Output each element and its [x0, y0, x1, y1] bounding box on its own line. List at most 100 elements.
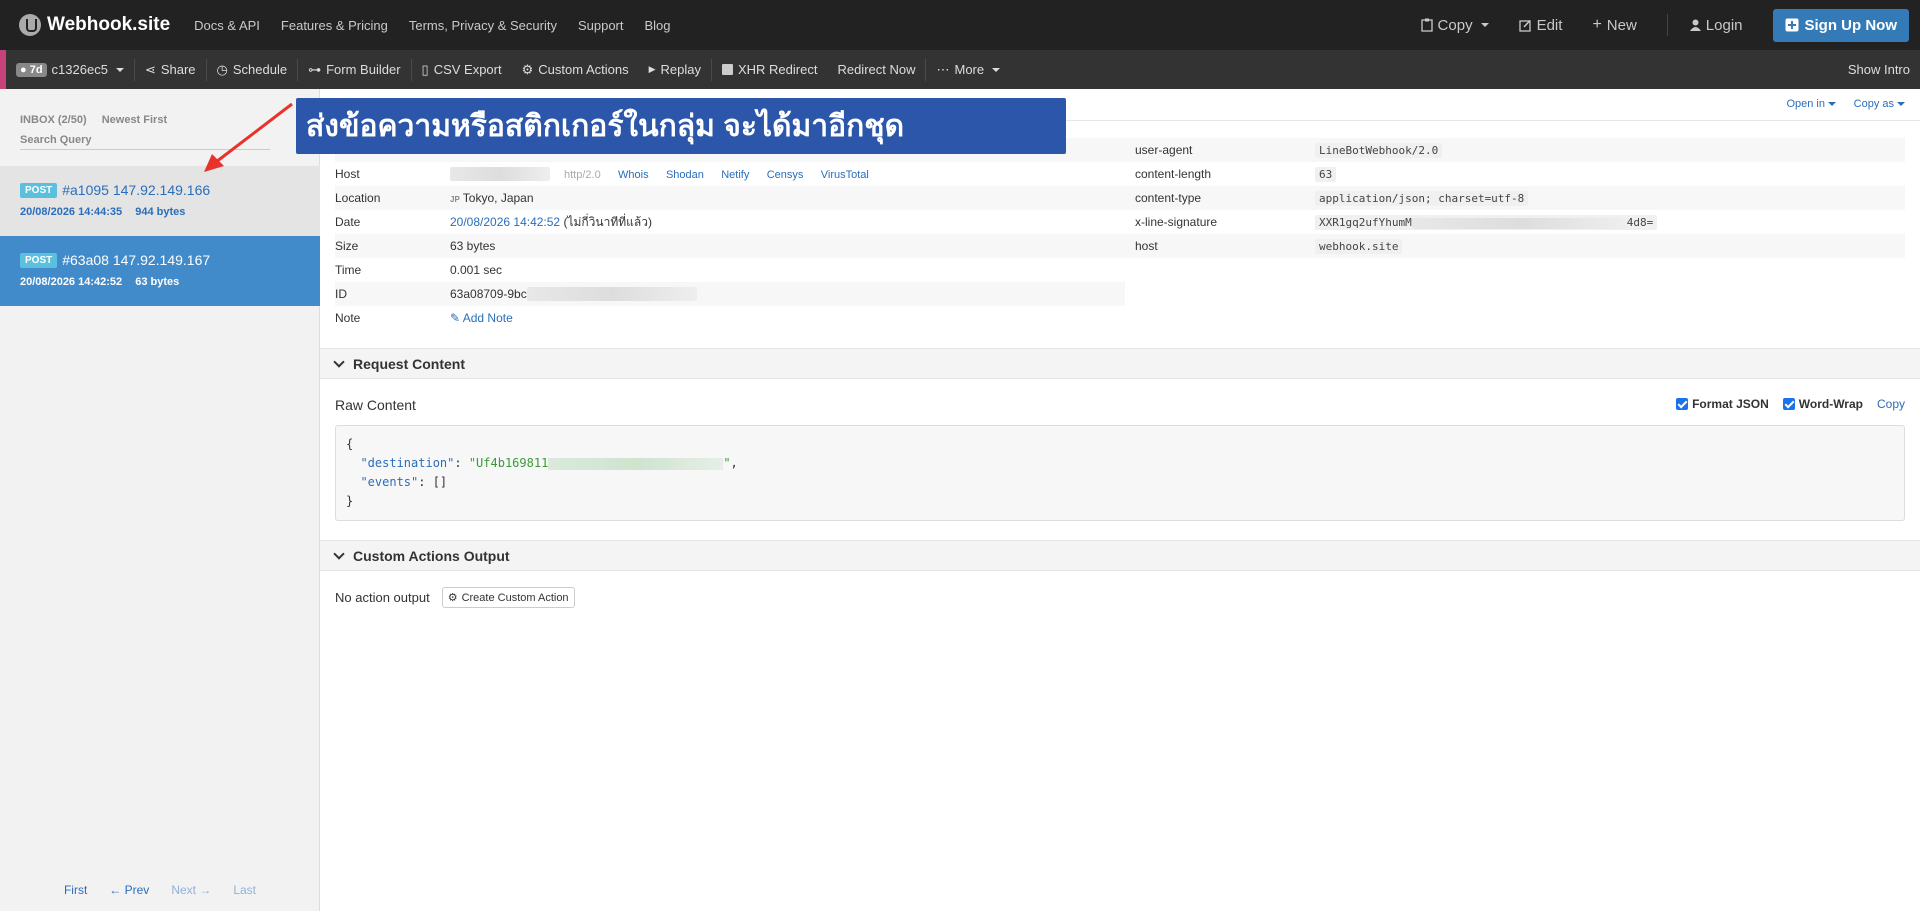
xhr-redirect-toggle[interactable]: XHR Redirect: [712, 50, 827, 89]
top-navbar: Webhook.site Docs & API Features & Prici…: [0, 0, 1920, 50]
page-last[interactable]: Last: [233, 883, 256, 897]
location-label: Location: [335, 186, 450, 210]
copy-dropdown[interactable]: Copy: [1420, 17, 1489, 34]
custom-actions-button[interactable]: ⚙ Custom Actions: [512, 50, 639, 89]
request-sidebar: INBOX (2/50) Newest First Search Query ?…: [0, 89, 320, 911]
sort-order-toggle[interactable]: Newest First: [102, 114, 167, 126]
header-row: host webhook.site: [1120, 234, 1905, 258]
format-json-checkbox[interactable]: Format JSON: [1676, 397, 1769, 411]
row-id: ID 63a08709-9bc: [335, 282, 1125, 306]
http-version: http/2.0: [564, 168, 601, 181]
copy-as-dropdown[interactable]: Copy as: [1854, 98, 1905, 110]
virustotal-link[interactable]: VirusTotal: [821, 169, 869, 181]
add-note-link[interactable]: ✎ Add Note: [450, 311, 513, 325]
action-toolbar: ● 7d c1326ec5 ⋖ Share ◷ Schedule ⊶ Form Bui…: [0, 50, 1920, 89]
more-dropdown[interactable]: ⋯ More: [926, 50, 1010, 89]
copy-as-label: Copy as: [1853, 98, 1894, 110]
replay-label: Replay: [660, 62, 701, 77]
form-builder-label: Form Builder: [326, 62, 401, 77]
date-label: Date: [335, 215, 361, 229]
word-wrap-label: Word-Wrap: [1798, 397, 1863, 411]
header-value: application/json; charset=utf-8: [1315, 191, 1529, 206]
csv-export-label: CSV Export: [433, 62, 502, 77]
nav-features-pricing[interactable]: Features & Pricing: [281, 18, 388, 33]
header-value: webhook.site: [1315, 239, 1403, 254]
json-string-end: ": [723, 456, 731, 470]
show-intro-link[interactable]: Show Intro: [1848, 50, 1910, 89]
schedule-button[interactable]: ◷ Schedule: [207, 50, 298, 89]
caret-down-icon: [992, 67, 1001, 72]
header-row: content-length 63: [1120, 162, 1905, 186]
token-id: c1326ec5: [51, 62, 108, 77]
request-size: 944 bytes: [135, 206, 186, 218]
form-builder-button[interactable]: ⊶ Form Builder: [298, 50, 410, 89]
share-label: Share: [160, 62, 196, 77]
header-key: x-line-signature: [1135, 215, 1218, 229]
json-key: "destination": [360, 456, 455, 470]
nav-terms[interactable]: Terms, Privacy & Security: [409, 18, 557, 33]
create-custom-action-button[interactable]: ⚙ Create Custom Action: [441, 587, 575, 608]
header-key: content-type: [1120, 186, 1315, 210]
method-badge: POST: [20, 182, 58, 198]
whois-link[interactable]: Whois: [618, 169, 649, 181]
caret-down-icon: [1828, 102, 1836, 107]
signup-button[interactable]: Sign Up Now: [1772, 8, 1909, 42]
raw-content-title: Raw Content: [335, 397, 416, 413]
share-button[interactable]: ⋖ Share: [135, 50, 206, 89]
date-link[interactable]: 20/08/2026 14:42:52: [450, 215, 560, 229]
custom-actions-toggle[interactable]: Custom Actions Output: [320, 540, 1920, 571]
nav-docs-api[interactable]: Docs & API: [194, 18, 260, 33]
header-value: XXR1gq2ufYhumM 4d8=: [1315, 215, 1658, 230]
copy-raw-button[interactable]: Copy: [1877, 397, 1905, 411]
edit-icon: [1518, 19, 1531, 32]
create-custom-action-label: Create Custom Action: [461, 591, 569, 604]
row-location: Location JP Tokyo, Japan: [335, 186, 1125, 210]
edit-button[interactable]: Edit: [1518, 17, 1562, 34]
request-details-table: Host http/2.0 Whois Shodan Netify Censys…: [335, 138, 1125, 330]
page-next[interactable]: Next →: [171, 883, 211, 897]
note-label: Note: [335, 311, 361, 325]
header-value: 63: [1315, 167, 1337, 182]
brand-link[interactable]: Webhook.site: [19, 14, 170, 36]
webhook-logo-icon: [19, 14, 41, 36]
redirect-now-button[interactable]: Redirect Now: [827, 50, 925, 89]
custom-actions-label: Custom Actions: [538, 62, 629, 77]
play-icon: ▶: [648, 64, 656, 74]
checkbox-checked-icon: [1676, 398, 1689, 410]
open-in-dropdown[interactable]: Open in: [1786, 98, 1836, 110]
expiry-badge: ● 7d: [16, 62, 47, 77]
time-value: 0.001 sec: [450, 263, 503, 277]
censys-link[interactable]: Censys: [767, 169, 804, 181]
json-line: {: [346, 435, 1894, 454]
token-dropdown[interactable]: ● 7d c1326ec5: [6, 50, 134, 89]
netify-link[interactable]: Netify: [721, 169, 749, 181]
nav-support[interactable]: Support: [578, 18, 624, 33]
csv-export-button[interactable]: ▯ CSV Export: [412, 50, 512, 89]
new-button[interactable]: + New: [1592, 16, 1636, 34]
replay-button[interactable]: ▶ Replay: [639, 50, 711, 89]
request-date: 20/08/2026 14:42:52: [20, 276, 123, 288]
word-wrap-checkbox[interactable]: Word-Wrap: [1782, 397, 1863, 411]
nav-right: Copy Edit + New Login Sign Up Now: [1420, 0, 1920, 50]
raw-content-code[interactable]: { "destination": "Uf4b169811 ", "events":…: [335, 425, 1905, 521]
host-label: Host: [335, 167, 360, 181]
page-first[interactable]: First: [64, 883, 87, 897]
request-list-item-selected[interactable]: POST #63a08 147.92.149.167 20/08/2026 14…: [0, 236, 320, 306]
ellipsis-icon: ⋯: [936, 61, 950, 77]
header-key: content-length: [1135, 167, 1212, 181]
shodan-link[interactable]: Shodan: [666, 169, 704, 181]
brand-name: Webhook.site: [47, 14, 171, 35]
share-icon: ⋖: [144, 61, 156, 77]
request-content-toggle[interactable]: Request Content: [320, 348, 1920, 379]
no-action-text: No action output: [335, 590, 430, 605]
pagination: First ← Prev Next → Last: [0, 883, 320, 897]
signature-redacted: [1411, 217, 1627, 229]
custom-actions-title: Custom Actions Output: [353, 547, 510, 564]
login-button[interactable]: Login: [1689, 17, 1743, 34]
page-prev[interactable]: ← Prev: [109, 883, 149, 897]
new-label: New: [1606, 16, 1637, 34]
show-intro-label: Show Intro: [1847, 62, 1910, 77]
json-array: []: [432, 475, 448, 489]
nav-blog[interactable]: Blog: [645, 18, 671, 33]
open-in-label: Open in: [1786, 98, 1825, 110]
